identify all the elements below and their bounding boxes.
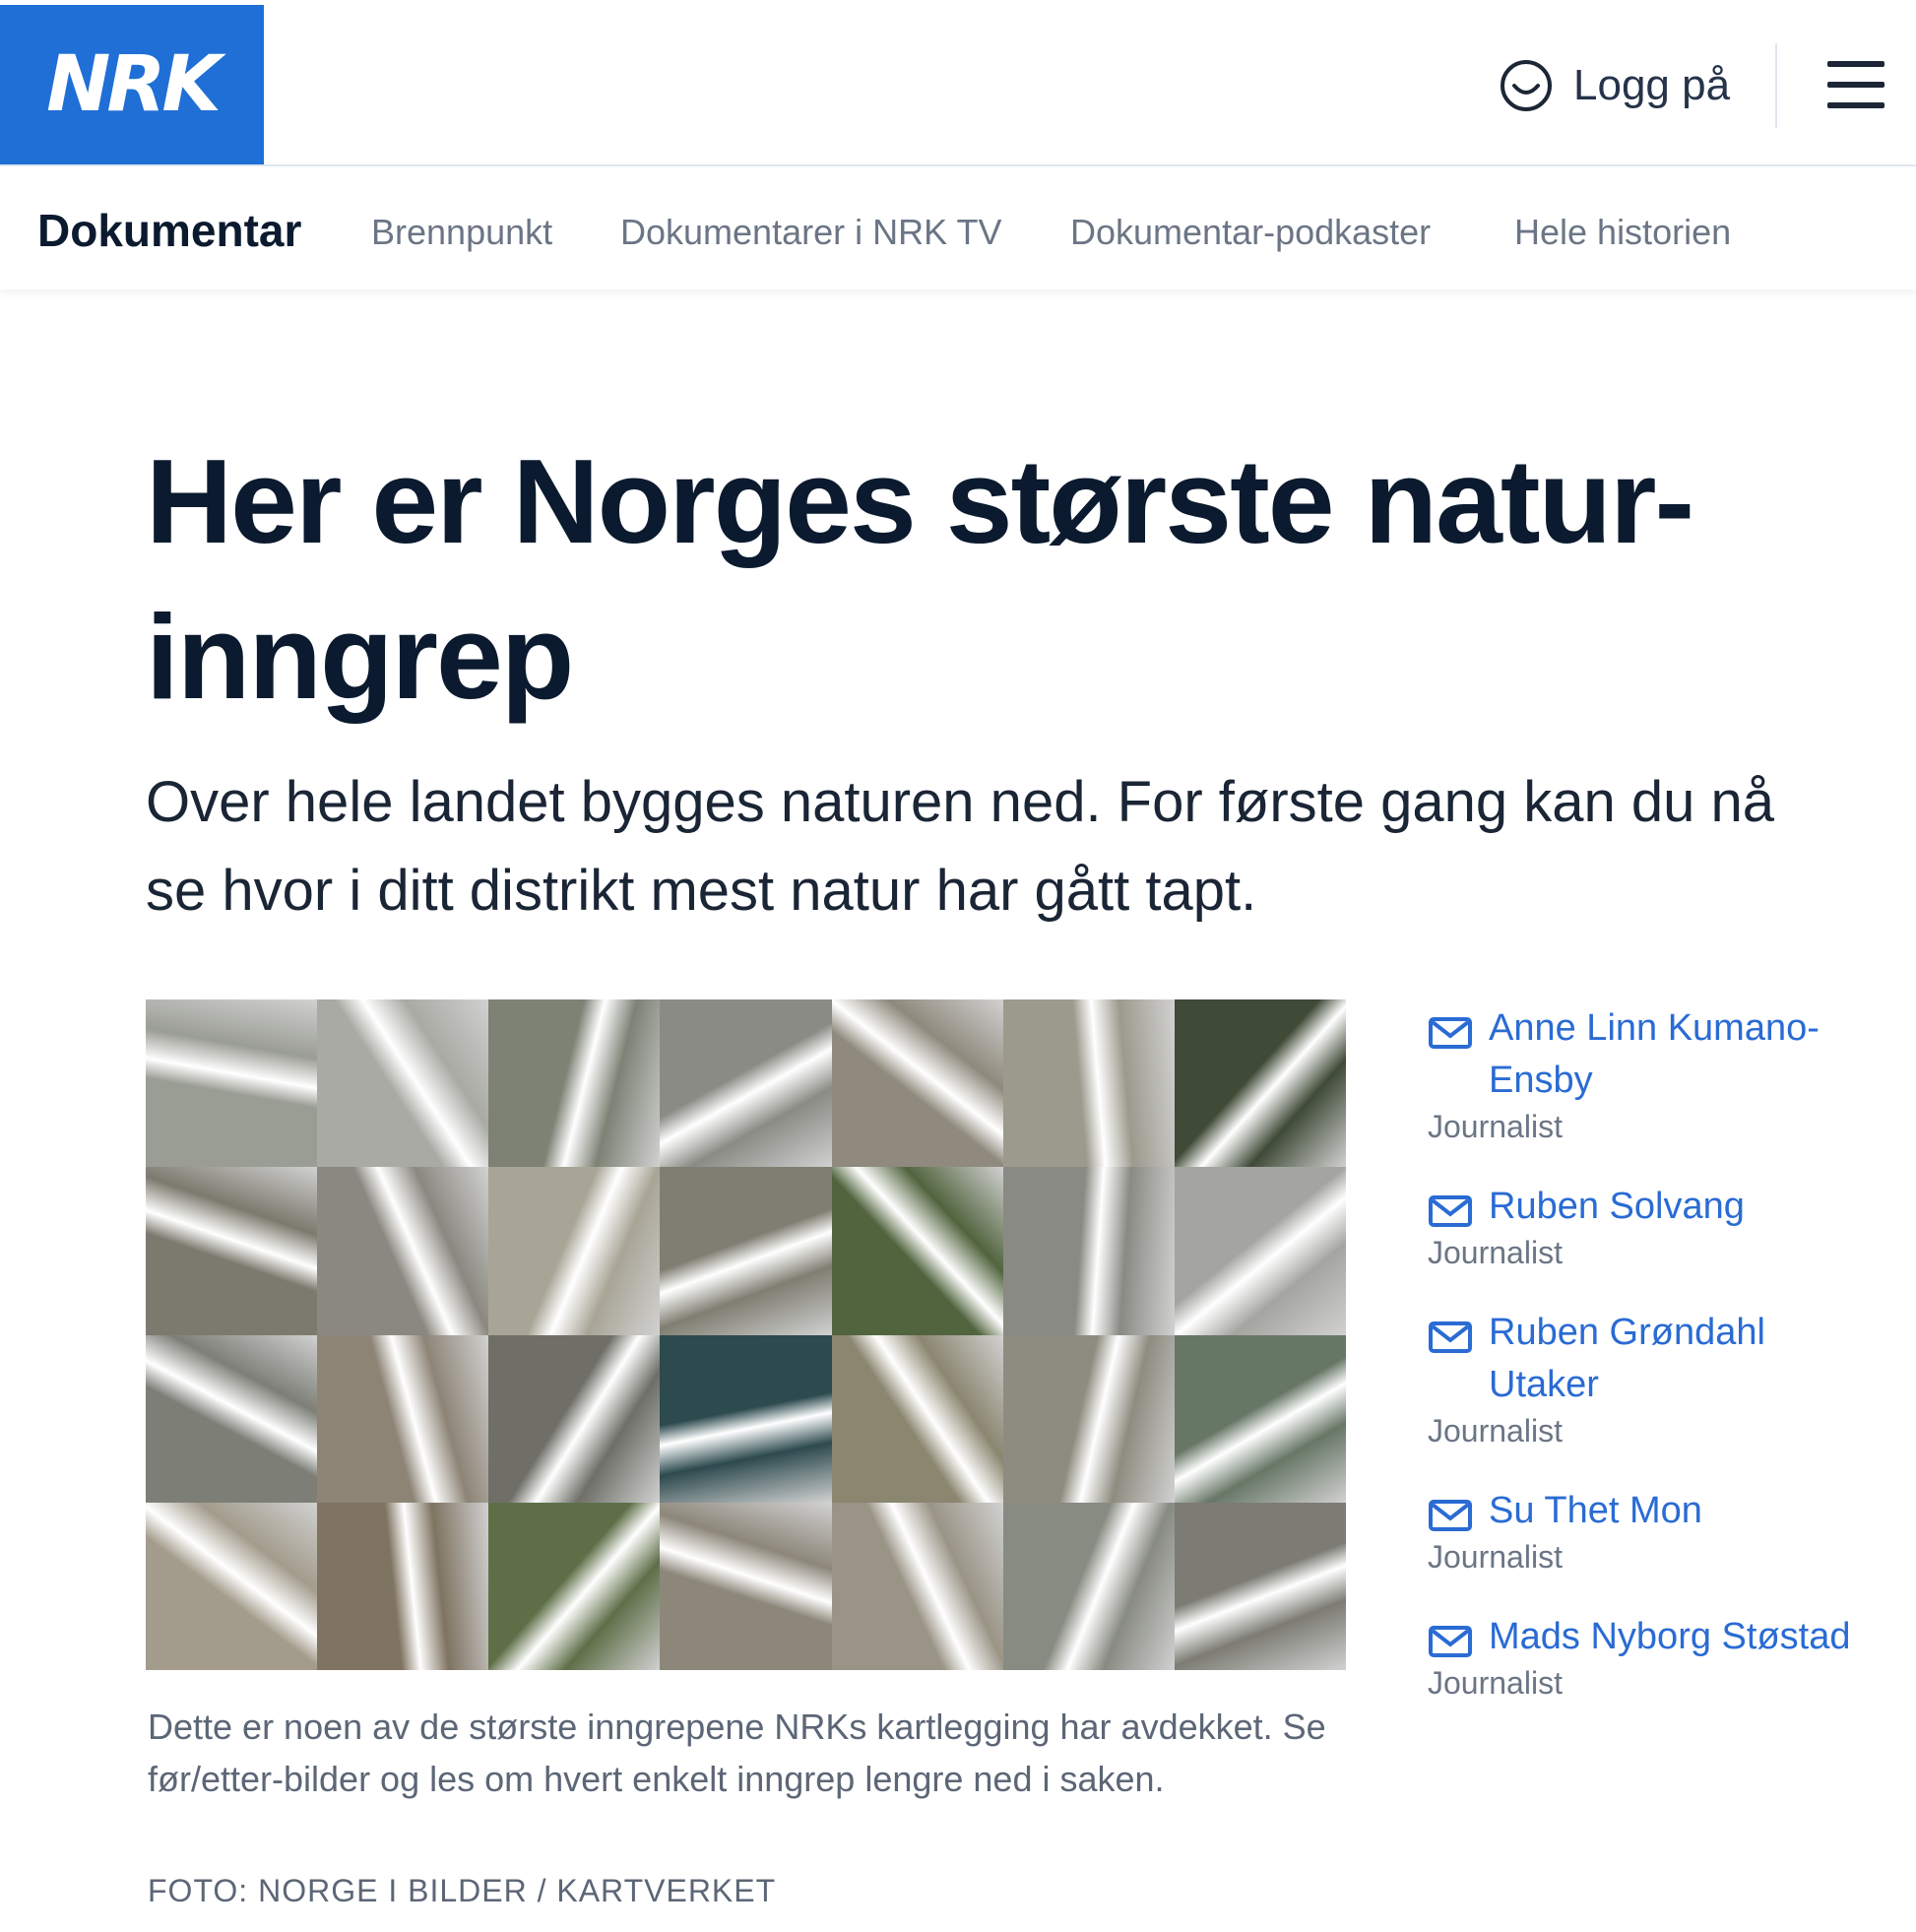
- mail-icon: [1429, 1195, 1472, 1227]
- nav-item-dokumentarer-i-nrk-tv[interactable]: Dokumentarer i NRK TV: [620, 212, 1001, 253]
- article-title: Her er Norges største natur-inngrep: [146, 434, 1694, 724]
- author-entry: Mads Nyborg Støstad Journalist: [1428, 1611, 1881, 1702]
- aerial-photo-tile: [1174, 999, 1346, 1168]
- author-role: Journalist: [1428, 1539, 1563, 1575]
- section-nav: Dokumentar Brennpunkt Dokumentarer i NRK…: [0, 166, 1916, 290]
- aerial-photo-tile: [660, 1167, 832, 1335]
- aerial-photo-tile: [317, 1334, 489, 1503]
- header-divider: [1775, 43, 1777, 128]
- author-name-link[interactable]: Mads Nyborg Støstad: [1489, 1611, 1850, 1663]
- mail-icon: [1429, 1500, 1472, 1531]
- author-entry: Ruben Grøndahl Utaker Journalist: [1428, 1307, 1881, 1449]
- nav-item-hele-historien[interactable]: Hele historien: [1514, 212, 1731, 253]
- author-name-link[interactable]: Ruben Grøndahl Utaker: [1489, 1307, 1881, 1411]
- author-name-link[interactable]: Ruben Solvang: [1489, 1181, 1745, 1233]
- aerial-photo-tile: [1174, 1334, 1346, 1503]
- login-button[interactable]: Logg på: [1499, 54, 1730, 117]
- aerial-photo-tile: [1002, 1167, 1175, 1335]
- aerial-photo-tile: [1174, 1167, 1346, 1335]
- author-list: Anne Linn Kumano-Ensby Journalist Ruben So…: [1428, 1002, 1881, 1737]
- author-role: Journalist: [1428, 1235, 1563, 1270]
- aerial-photo-tile: [1002, 1334, 1175, 1503]
- aerial-photo-tile: [317, 999, 489, 1168]
- aerial-photo-tile: [1002, 1502, 1175, 1670]
- login-label: Logg på: [1573, 61, 1731, 109]
- aerial-photo-tile: [146, 999, 318, 1168]
- aerial-photo-tile: [831, 1167, 1003, 1335]
- author-entry: Anne Linn Kumano-Ensby Journalist: [1428, 1002, 1881, 1145]
- author-entry: Ruben Solvang Journalist: [1428, 1181, 1881, 1271]
- author-role: Journalist: [1428, 1109, 1563, 1144]
- nav-item-brennpunkt[interactable]: Brennpunkt: [371, 212, 552, 253]
- aerial-photo-tile: [488, 999, 661, 1168]
- aerial-photo-tile: [146, 1167, 318, 1335]
- aerial-photo-tile: [831, 1334, 1003, 1503]
- author-role: Journalist: [1428, 1413, 1563, 1449]
- hamburger-menu-icon[interactable]: [1827, 61, 1884, 108]
- aerial-photo-tile: [146, 1334, 318, 1503]
- image-credit: FOTO: NORGE I BILDER / KARTVERKET: [148, 1873, 777, 1908]
- aerial-photo-tile: [660, 1502, 832, 1670]
- aerial-photo-tile: [146, 1502, 318, 1670]
- mail-icon: [1429, 1017, 1472, 1049]
- section-home-link[interactable]: Dokumentar: [37, 204, 301, 257]
- aerial-photo-mosaic[interactable]: [146, 999, 1346, 1670]
- aerial-photo-tile: [1002, 999, 1175, 1168]
- mail-icon: [1429, 1626, 1472, 1657]
- author-name-link[interactable]: Su Thet Mon: [1489, 1485, 1702, 1537]
- logo-text: NRK: [46, 40, 222, 129]
- top-header: NRK Logg på: [0, 0, 1916, 166]
- article-lead: Over hele landet bygges naturen ned. For…: [146, 770, 1775, 923]
- aerial-photo-tile: [317, 1167, 489, 1335]
- aerial-photo-tile: [488, 1502, 661, 1670]
- mail-icon: [1429, 1321, 1472, 1353]
- aerial-photo-tile: [488, 1334, 661, 1503]
- aerial-photo-tile: [660, 1334, 832, 1503]
- author-name-link[interactable]: Anne Linn Kumano-Ensby: [1489, 1002, 1881, 1107]
- aerial-photo-tile: [317, 1502, 489, 1670]
- image-caption: Dette er noen av de største inngrepene N…: [148, 1707, 1326, 1799]
- aerial-photo-tile: [488, 1167, 661, 1335]
- user-circle-icon: [1501, 60, 1552, 111]
- nrk-logo[interactable]: NRK: [0, 5, 264, 164]
- aerial-photo-tile: [831, 1502, 1003, 1670]
- author-entry: Su Thet Mon Journalist: [1428, 1485, 1881, 1576]
- aerial-photo-tile: [660, 999, 832, 1168]
- author-role: Journalist: [1428, 1665, 1563, 1701]
- nav-item-dokumentar-podkaster[interactable]: Dokumentar-podkaster: [1070, 212, 1431, 253]
- aerial-photo-tile: [1174, 1502, 1346, 1670]
- aerial-photo-tile: [831, 999, 1003, 1168]
